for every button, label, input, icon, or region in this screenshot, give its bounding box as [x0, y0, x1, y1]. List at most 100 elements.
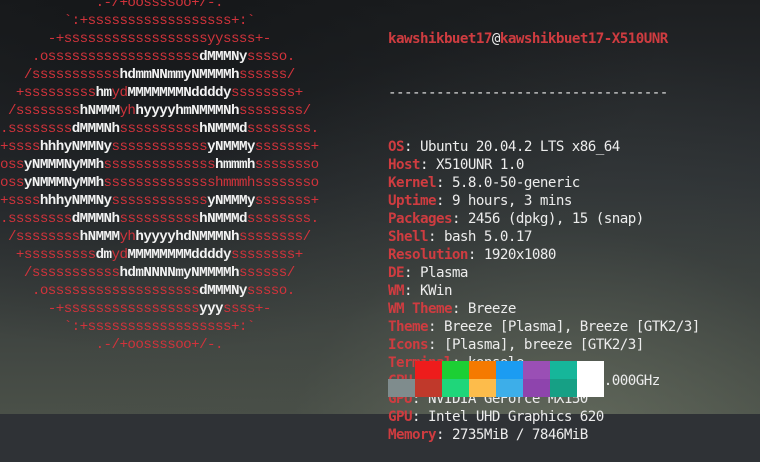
logo-segment: `:+ssssssssssssssssss+:`	[0, 13, 256, 29]
logo-segment: /sssssssssss	[0, 67, 120, 83]
logo-segment: ssssssssssss	[111, 193, 208, 209]
palette-swatch	[577, 361, 604, 379]
palette-swatch	[469, 361, 496, 379]
logo-line: -+sssssssssssssssssyyyssss+-	[0, 300, 319, 318]
info-colon: :	[411, 409, 428, 425]
info-value: 2456 (dpkg), 15 (snap)	[467, 211, 644, 227]
info-value: Breeze	[467, 301, 517, 317]
logo-segment: sssso.	[246, 283, 295, 299]
info-colon: :	[435, 193, 452, 209]
logo-segment: dMMMNh	[71, 211, 120, 227]
logo-segment: MMMMMMMMddddy	[127, 247, 231, 263]
logo-line: .ssssssssdMMMNhsssssssssshNMMMdssssssss.	[0, 120, 319, 138]
logo-line: +ssssssssshmydMMMMMMMNddddyssssssss+	[0, 84, 319, 102]
logo-segment: .osssssssssssssssssss	[0, 283, 200, 299]
palette-swatch	[415, 361, 442, 379]
logo-line: /sssssssshNMMMyhhyyyyhdNMMMNhssssssss/	[0, 228, 319, 246]
ubuntu-ascii-logo: .-/+oossssoo+/-. `:+ssssssssssssssssss+:…	[0, 0, 319, 354]
logo-segment: ssssssss.	[246, 211, 319, 227]
logo-segment: hNMMM	[79, 229, 120, 245]
username: kawshikbuet17	[388, 31, 492, 47]
palette-swatch-bright	[496, 379, 523, 397]
logo-segment: .-/+oossssoo+/-.	[0, 0, 224, 11]
info-value: Intel UHD Graphics 620	[427, 409, 604, 425]
info-row: Theme: Breeze [Plasma], Breeze [GTK2/3]	[388, 318, 700, 336]
info-value: X510UNR 1.0	[435, 157, 524, 173]
info-row: Resolution: 1920x1080	[388, 246, 700, 264]
logo-line: ossyNMMMNyMMhsssssssssssssshmmmhssssssso	[0, 156, 319, 174]
logo-segment: ssssssss.	[246, 121, 319, 137]
info-value: Ubuntu 20.04.2 LTS x86_64	[419, 139, 620, 155]
logo-segment: yd	[111, 247, 128, 263]
logo-segment: oss	[0, 175, 24, 191]
logo-segment: sssssss+	[254, 193, 319, 209]
info-key: WM Theme	[388, 301, 452, 317]
logo-segment: ssssssss/	[238, 103, 311, 119]
info-list: OS: Ubuntu 20.04.2 LTS x86_64 Host: X510U…	[388, 138, 700, 444]
info-key: Icons	[388, 337, 429, 353]
separator-line: -----------------------------------	[388, 85, 668, 101]
logo-segment: hdmmNNmmyNMMMMh	[119, 67, 239, 83]
palette-swatch	[496, 361, 523, 379]
logo-segment: ssssss/	[238, 67, 295, 83]
info-colon: :	[403, 265, 420, 281]
info-key: WM	[388, 283, 405, 299]
palette-swatch-bright	[469, 379, 496, 397]
logo-line: /ssssssssssshdmNNNNmyNMMMMhssssss/	[0, 264, 319, 282]
palette-swatch-bright	[523, 379, 550, 397]
info-value: 9 hours, 3 mins	[451, 193, 572, 209]
logo-segment: hNMMMd	[199, 211, 247, 227]
logo-segment: +ssss	[0, 193, 40, 209]
logo-segment: yNMMMy	[207, 139, 255, 155]
palette-row-bright	[388, 379, 604, 397]
logo-segment: ssssssssss	[119, 211, 200, 227]
logo-segment: dMMMNy	[199, 283, 247, 299]
info-value: KWin	[419, 283, 453, 299]
info-key: Packages	[388, 211, 452, 227]
logo-segment: `:+ssssssssssssssssss+:`	[0, 319, 256, 335]
logo-segment: yh	[119, 229, 136, 245]
info-value: bash 5.0.17	[443, 229, 532, 245]
info-key: Theme	[388, 319, 429, 335]
logo-line: /sssssssshNMMMyhhyyyyhmNMMMNhssssssss/	[0, 102, 319, 120]
logo-segment: dMMMNh	[71, 121, 120, 137]
logo-segment: +sssssssss	[0, 247, 96, 263]
logo-segment: +ssss	[0, 139, 40, 155]
palette-swatch	[388, 361, 415, 379]
info-colon: :	[403, 283, 420, 299]
logo-segment: yh	[119, 103, 136, 119]
logo-segment: ssssssssssssss	[103, 157, 216, 173]
palette-swatch	[523, 361, 550, 379]
info-row: GPU: Intel UHD Graphics 620	[388, 408, 700, 426]
info-row: Kernel: 5.8.0-50-generic	[388, 174, 700, 192]
logo-segment: .-/+oossssoo+/-.	[0, 337, 224, 353]
logo-segment: hdmNNNNmyNMMMMh	[119, 265, 239, 281]
user-host-line: kawshikbuet17@kawshikbuet17-X510UNR	[388, 30, 700, 48]
logo-segment: yNMMMNyMMh	[23, 157, 104, 173]
logo-segment: ssssssssss	[119, 121, 200, 137]
info-row: WM: KWin	[388, 282, 700, 300]
logo-segment: .osssssssssssssssssss	[0, 49, 200, 65]
palette-swatch-bright	[415, 379, 442, 397]
palette-swatch-bright	[550, 379, 577, 397]
info-colon: :	[427, 319, 444, 335]
logo-segment: oss	[0, 157, 24, 173]
info-key: Shell	[388, 229, 429, 245]
logo-segment: sssso.	[246, 49, 295, 65]
info-colon: :	[435, 175, 452, 191]
logo-segment: /ssssssss	[0, 103, 80, 119]
info-value: Breeze [Plasma], Breeze [GTK2/3]	[443, 319, 700, 335]
hostname: kawshikbuet17-X510UNR	[499, 31, 668, 47]
info-key: OS	[388, 139, 405, 155]
logo-segment: dm	[95, 247, 112, 263]
logo-segment: hNMMMd	[199, 121, 247, 137]
logo-line: `:+ssssssssssssssssss+:`	[0, 12, 319, 30]
info-key: Uptime	[388, 193, 437, 209]
logo-segment: +sssssssss	[0, 85, 96, 101]
info-row: WM Theme: Breeze	[388, 300, 700, 318]
logo-segment: hhhyNMMNy	[39, 193, 112, 209]
logo-segment: -+sssssssssssssssss	[0, 301, 200, 317]
logo-segment: hmmmh	[215, 157, 255, 173]
logo-segment: sssssssssssssshmmmhssssssso	[103, 175, 320, 191]
logo-line: .osssssssssssssssssssdMMMNysssso.	[0, 48, 319, 66]
